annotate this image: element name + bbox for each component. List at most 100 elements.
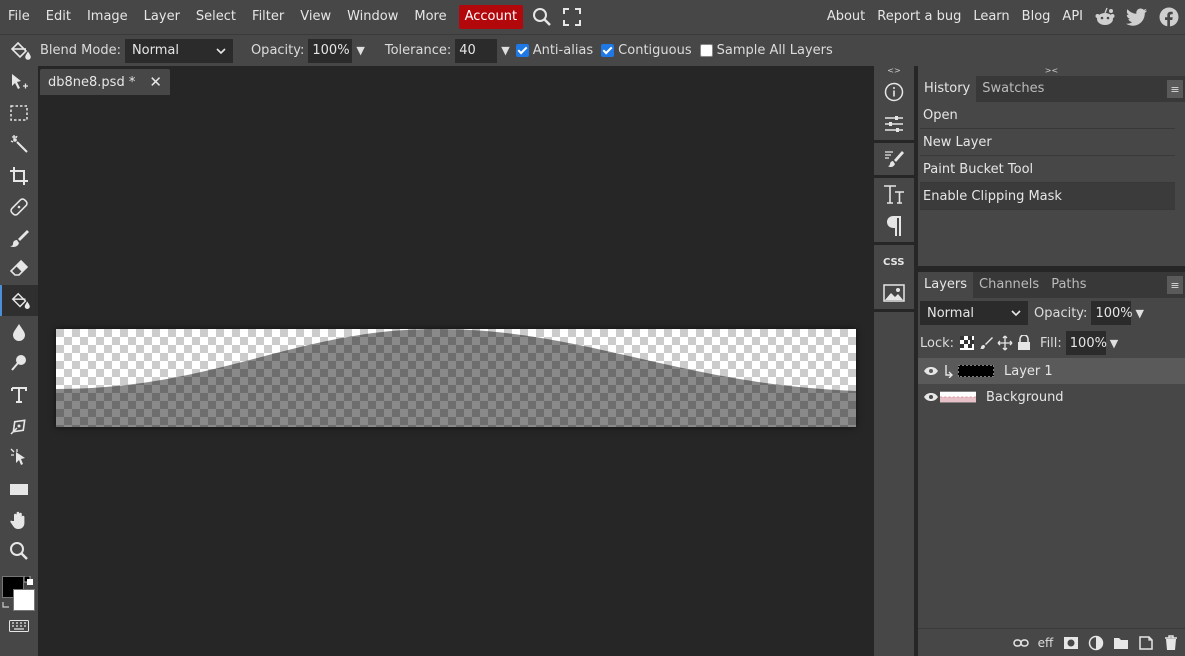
brush-tool-icon[interactable] (0, 222, 38, 253)
layer-name: Layer 1 (1004, 363, 1053, 379)
tab-channels[interactable]: Channels (973, 272, 1045, 298)
character-icon[interactable] (875, 178, 913, 210)
layer-row-background[interactable]: Background (918, 384, 1185, 410)
paragraph-icon[interactable] (875, 210, 913, 242)
blend-mode-select[interactable]: Normal (124, 38, 233, 63)
adjustments-icon[interactable] (875, 108, 913, 140)
tolerance-dropdown-icon[interactable]: ▼ (501, 44, 509, 57)
trash-icon[interactable] (1158, 629, 1183, 656)
menu-bar: File Edit Image Layer Select Filter View… (0, 0, 1185, 34)
facebook-icon[interactable] (1153, 0, 1185, 34)
move-tool-icon[interactable] (0, 66, 38, 97)
document-tab[interactable]: db8ne8.psd * ✕ (40, 69, 170, 95)
panel-menu-icon[interactable]: ≡ (1167, 276, 1183, 294)
default-colors-icon[interactable] (24, 576, 34, 586)
tolerance-label: Tolerance: (384, 43, 452, 58)
link-icon[interactable] (1008, 629, 1033, 656)
path-select-icon[interactable] (0, 442, 38, 473)
new-layer-icon[interactable] (1133, 629, 1158, 656)
history-item-open[interactable]: Open (920, 102, 1175, 129)
history-item-new-layer[interactable]: New Layer (920, 129, 1175, 156)
tab-layers[interactable]: Layers (918, 272, 974, 298)
paint-bucket-tool-icon[interactable] (0, 285, 38, 317)
tab-paths[interactable]: Paths (1045, 272, 1092, 298)
collapse-icons-toggle[interactable]: <> (874, 66, 914, 76)
folder-icon[interactable] (1108, 629, 1133, 656)
history-item-clipping-mask[interactable]: Enable Clipping Mask (920, 183, 1175, 210)
blur-tool-icon[interactable] (0, 316, 38, 347)
menu-window[interactable]: Window (339, 0, 406, 34)
document-canvas[interactable] (56, 329, 856, 427)
layer-controls: Normal Opacity: 100% ▼ (918, 298, 1185, 328)
account-button[interactable]: Account (458, 5, 524, 29)
css-icon[interactable]: CSS (875, 245, 913, 277)
layer-row-layer1[interactable]: Layer 1 (918, 358, 1185, 384)
menu-edit[interactable]: Edit (38, 0, 79, 34)
crop-tool-icon[interactable] (0, 160, 38, 191)
magic-wand-icon[interactable] (0, 129, 38, 160)
close-icon[interactable]: ✕ (149, 73, 162, 91)
fill-input[interactable]: 100% (1065, 331, 1107, 355)
info-icon[interactable] (875, 76, 913, 108)
zoom-tool-icon[interactable] (0, 535, 38, 566)
hand-tool-icon[interactable] (0, 504, 38, 535)
type-tool-icon[interactable] (0, 379, 38, 410)
lock-row: Lock: Fill: 100% ▼ (918, 328, 1185, 358)
menu-select[interactable]: Select (188, 0, 244, 34)
eye-icon[interactable] (918, 366, 944, 376)
fullscreen-icon[interactable] (557, 0, 587, 34)
history-item-paint-bucket[interactable]: Paint Bucket Tool (920, 156, 1175, 183)
lock-position-icon[interactable] (996, 334, 1014, 352)
menu-blog[interactable]: Blog (1016, 0, 1057, 34)
tolerance-input[interactable]: 40 (455, 38, 498, 63)
menu-about[interactable]: About (821, 0, 871, 34)
menu-image[interactable]: Image (79, 0, 136, 34)
pen-tool-icon[interactable] (0, 410, 38, 441)
background-color[interactable] (13, 589, 35, 611)
fill-dropdown-icon[interactable]: ▼ (1110, 337, 1118, 350)
paint-bucket-icon[interactable] (0, 35, 40, 67)
menu-filter[interactable]: Filter (244, 0, 292, 34)
collapse-panel-toggle[interactable]: >< (918, 66, 1185, 76)
rectangle-tool-icon[interactable] (0, 473, 38, 504)
menu-api[interactable]: API (1056, 0, 1089, 34)
tab-swatches[interactable]: Swatches (976, 76, 1050, 102)
layer-opacity-dropdown-icon[interactable]: ▼ (1135, 307, 1143, 320)
opacity-dropdown-icon[interactable]: ▼ (356, 44, 364, 57)
menu-layer[interactable]: Layer (136, 0, 188, 34)
lock-all-icon[interactable] (1015, 334, 1033, 352)
menu-report-bug[interactable]: Report a bug (871, 0, 967, 34)
document-tab-name: db8ne8.psd * (48, 74, 136, 90)
eraser-tool-icon[interactable] (0, 254, 38, 285)
layer-blend-select[interactable]: Normal (920, 301, 1028, 325)
menu-more[interactable]: More (406, 0, 454, 34)
contiguous-checkbox[interactable]: Contiguous (601, 43, 692, 58)
menu-view[interactable]: View (292, 0, 339, 34)
search-icon[interactable] (527, 0, 557, 34)
lock-pixels-icon[interactable] (977, 334, 995, 352)
swap-colors-icon[interactable] (2, 600, 12, 610)
twitter-icon[interactable] (1121, 0, 1153, 34)
image-icon[interactable] (875, 277, 913, 309)
mask-icon[interactable] (1058, 629, 1083, 656)
keyboard-icon[interactable] (0, 614, 38, 638)
lock-transparency-icon[interactable] (958, 334, 976, 352)
effects-icon[interactable]: eff (1033, 629, 1058, 656)
anti-alias-checkbox[interactable]: Anti-alias (515, 43, 593, 58)
layer-opacity-label: Opacity: (1034, 305, 1088, 321)
menu-learn[interactable]: Learn (967, 0, 1015, 34)
dodge-tool-icon[interactable] (0, 348, 38, 379)
layer-blend-value: Normal (927, 305, 975, 321)
adjustment-layer-icon[interactable] (1083, 629, 1108, 656)
brush-settings-icon[interactable] (875, 143, 913, 175)
reddit-icon[interactable] (1089, 0, 1121, 34)
healing-brush-icon[interactable] (0, 191, 38, 222)
opacity-input[interactable]: 100% (308, 38, 353, 63)
menu-file[interactable]: File (0, 0, 38, 34)
workspace[interactable] (38, 95, 874, 656)
layer-opacity-input[interactable]: 100% (1091, 301, 1133, 325)
marquee-tool-icon[interactable] (0, 97, 38, 128)
tab-history[interactable]: History (918, 76, 977, 102)
sample-all-layers-checkbox[interactable]: Sample All Layers (699, 43, 833, 58)
panel-menu-icon[interactable]: ≡ (1167, 80, 1183, 98)
